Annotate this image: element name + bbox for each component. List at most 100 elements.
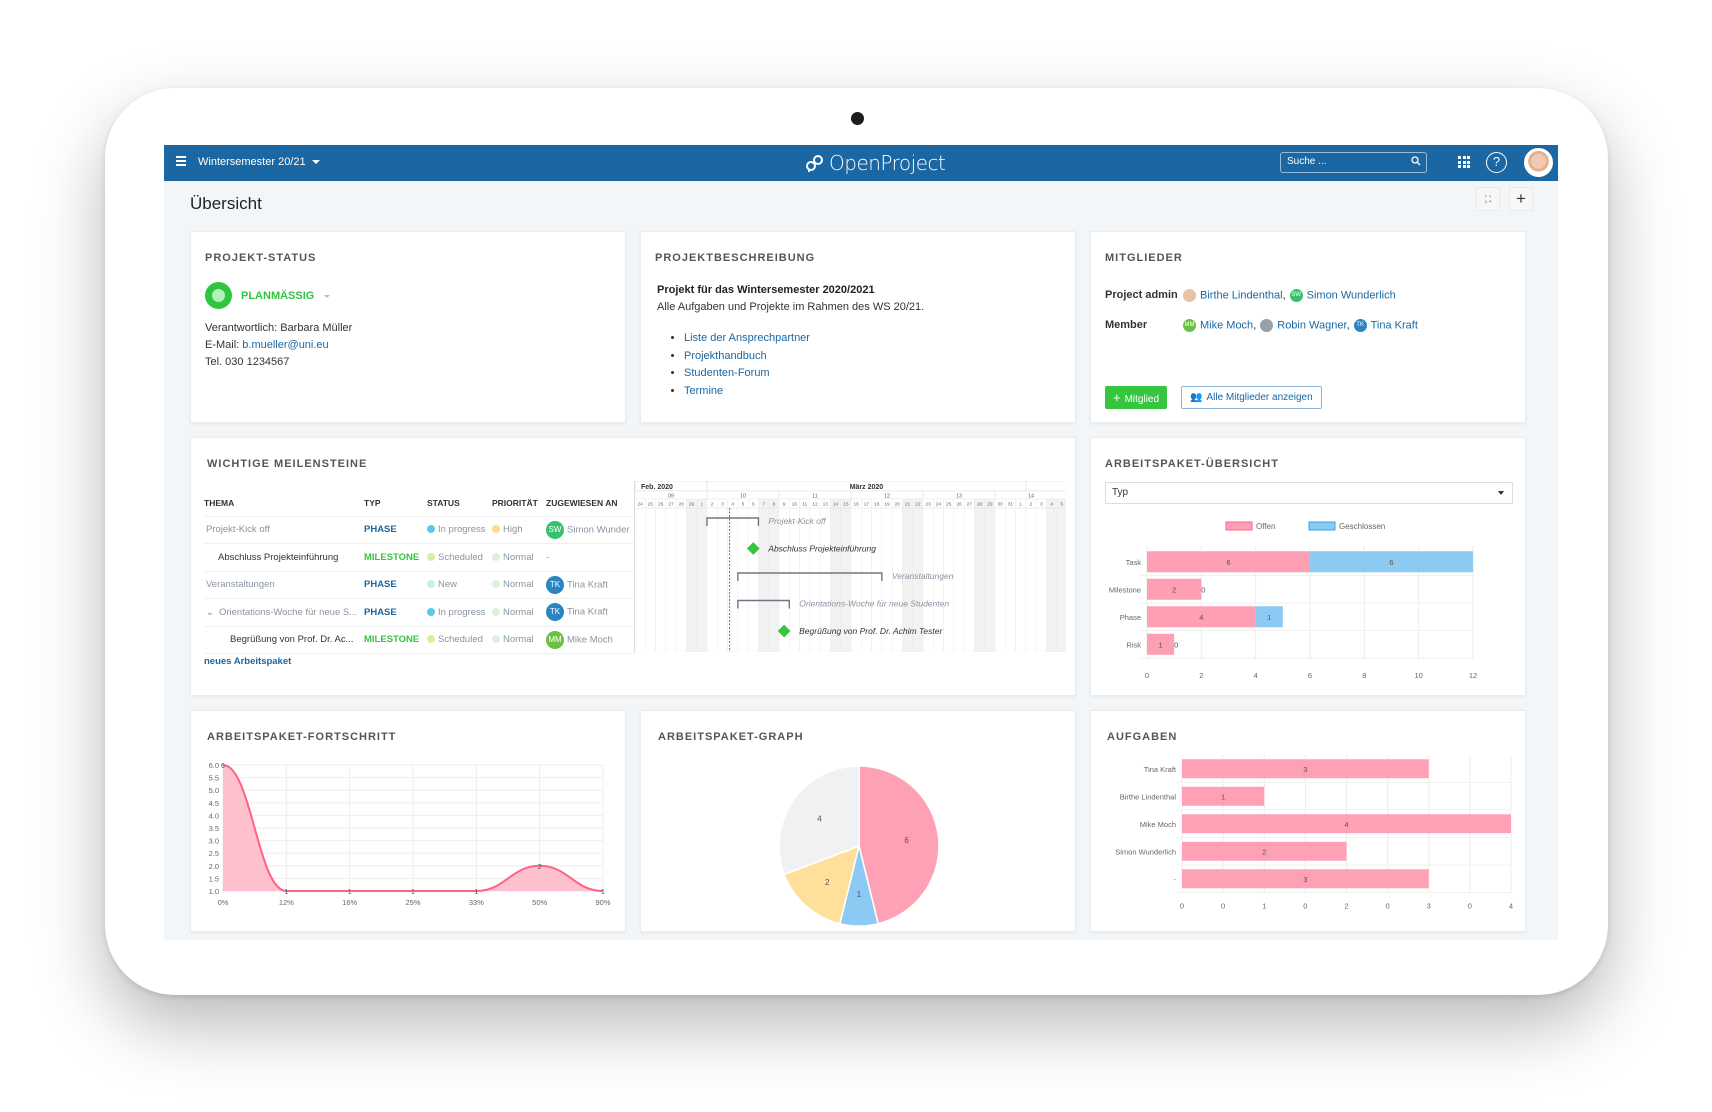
gantt-day-label: 10 — [792, 502, 798, 508]
table-row[interactable]: Begrüßung von Prof. Dr. Ac... MILESTONE Sc… — [204, 626, 636, 654]
subject[interactable]: Veranstaltungen — [206, 579, 275, 590]
status-cell[interactable]: Scheduled — [427, 543, 492, 572]
status-cell[interactable]: In progress — [427, 516, 492, 544]
y-tick-label: Tina Kraft — [1144, 765, 1177, 774]
y-tick-label: Task — [1126, 558, 1142, 567]
subject[interactable]: Begrüßung von Prof. Dr. Ac... — [230, 634, 354, 645]
column-header[interactable]: PRIORITÄT — [492, 490, 546, 517]
member-link[interactable]: Birthe Lindenthal — [1200, 289, 1283, 301]
project-selector[interactable]: Wintersemester 20/21 — [198, 156, 320, 168]
priority-cell[interactable]: High — [492, 516, 546, 544]
subject[interactable]: Projekt-Kick off — [206, 524, 270, 535]
search-icon[interactable] — [1411, 156, 1421, 169]
data-label: 4 — [1344, 820, 1348, 829]
project-name: Wintersemester 20/21 — [198, 156, 306, 168]
gantt-day-label: 3 — [721, 502, 724, 508]
priority-text: Normal — [503, 634, 534, 646]
menu-icon[interactable] — [176, 156, 186, 166]
subject-cell[interactable]: Veranstaltungen — [204, 571, 364, 599]
assignee-cell[interactable]: SW Simon Wunder — [546, 516, 636, 544]
add-widget-button[interactable]: + — [1509, 187, 1533, 211]
project-description-card: PROJEKTBESCHREIBUNG Projekt für das Wint… — [640, 231, 1076, 423]
assignee-cell[interactable]: TK Tina Kraft — [546, 598, 636, 627]
show-all-members-button[interactable]: 👥 Alle Mitglieder anzeigen — [1181, 386, 1322, 409]
x-tick-label: 90% — [595, 898, 610, 907]
add-member-button[interactable]: + Mitglied — [1105, 386, 1168, 409]
link-forum[interactable]: Studenten-Forum — [684, 367, 770, 379]
column-header[interactable]: ZUGEWIESEN AN — [546, 490, 636, 517]
modules-grid-icon[interactable] — [1458, 156, 1470, 168]
member-link[interactable]: Simon Wunderlich — [1307, 289, 1396, 301]
y-tick-label: 1.5 — [209, 874, 219, 883]
member-link[interactable]: Mike Moch — [1200, 319, 1253, 331]
assignee-cell[interactable]: TK Tina Kraft — [546, 571, 636, 599]
column-header[interactable]: STATUS — [427, 490, 492, 517]
priority-cell[interactable]: Normal — [492, 543, 546, 572]
role-label: Project admin — [1105, 289, 1178, 301]
link-contacts[interactable]: Liste der Ansprechpartner — [684, 332, 810, 344]
x-tick-label: 6 — [1308, 671, 1312, 680]
column-header[interactable]: THEMA — [204, 490, 364, 517]
logo[interactable]: OpenProject — [805, 151, 946, 177]
table-row[interactable]: Veranstaltungen PHASE New Normal TK Tina Kraf… — [204, 571, 636, 599]
type-cell: PHASE — [364, 598, 427, 627]
new-work-package-link[interactable]: neues Arbeitspaket — [204, 656, 291, 667]
help-icon[interactable]: ? — [1486, 152, 1507, 173]
subject[interactable]: Abschluss Projekteinführung — [218, 552, 338, 563]
fullscreen-button[interactable]: ⛶ — [1476, 187, 1500, 211]
column-header[interactable]: TYP — [364, 490, 427, 517]
user-avatar[interactable] — [1524, 148, 1553, 177]
data-label: 6 — [1226, 558, 1230, 567]
gantt-day-label: 28 — [679, 502, 685, 508]
link-dates[interactable]: Termine — [684, 385, 723, 397]
link-handbook[interactable]: Projekthandbuch — [684, 350, 767, 362]
gantt-week-label: 09 — [668, 494, 674, 500]
gantt-day-label: 20 — [895, 502, 901, 508]
table-row[interactable]: ⌄ Orientations-Woche für neue S... PHASE In… — [204, 598, 636, 627]
search-input[interactable]: Suche ... — [1280, 152, 1427, 173]
x-tick-label: 4 — [1254, 671, 1258, 680]
subject-cell[interactable]: ⌄ Orientations-Woche für neue S... — [204, 598, 364, 627]
status-cell[interactable]: New — [427, 571, 492, 599]
avatar: TK — [1353, 318, 1367, 332]
x-tick-label: 0 — [1386, 902, 1390, 911]
assignee-cell[interactable]: - — [546, 543, 636, 572]
gantt-bar-label: Projekt-Kick off — [768, 516, 827, 526]
gantt-day-label: 8 — [773, 502, 776, 508]
member-link[interactable]: Robin Wagner — [1277, 319, 1346, 331]
priority-cell[interactable]: Normal — [492, 626, 546, 654]
chevron-down-icon[interactable]: ⌄ — [206, 607, 214, 618]
subject[interactable]: Orientations-Woche für neue S... — [219, 607, 357, 618]
x-tick-label: 0% — [218, 898, 229, 907]
assignee-cell[interactable]: MM Mike Moch — [546, 626, 636, 654]
priority-cell[interactable]: Normal — [492, 598, 546, 627]
gantt-day-column — [1015, 498, 1027, 652]
status-cell[interactable]: Scheduled — [427, 626, 492, 654]
status-dot-icon — [427, 607, 435, 616]
email-link[interactable]: b.mueller@uni.eu — [242, 339, 328, 351]
subject-cell[interactable]: Abschluss Projekteinführung — [204, 543, 364, 572]
wp-progress-chart: 6.05.55.04.54.03.53.02.52.01.51.00% 12% 16… — [209, 761, 611, 907]
data-label: 1 — [411, 889, 415, 896]
gantt-day-column — [655, 498, 667, 652]
subject-cell[interactable]: Projekt-Kick off — [204, 516, 364, 544]
gantt-day-column — [953, 498, 965, 652]
subject-cell[interactable]: Begrüßung von Prof. Dr. Ac... — [204, 626, 364, 654]
gantt-day-label: 19 — [884, 502, 890, 508]
table-row[interactable]: Projekt-Kick off PHASE In progress High SW Si… — [204, 516, 636, 544]
status-value: PLANMÄSSIG — [241, 290, 315, 302]
y-tick-label: Simon Wunderlich — [1115, 847, 1176, 856]
gantt-day-label: 4 — [1050, 502, 1053, 508]
priority-cell[interactable]: Normal — [492, 571, 546, 599]
gantt-day-column — [747, 498, 759, 652]
status-cell[interactable]: In progress — [427, 598, 492, 627]
status-dropdown[interactable]: PLANMÄSSIG — [241, 290, 331, 302]
gantt-day-column — [727, 498, 739, 652]
avatar: SW — [1289, 288, 1303, 302]
card-title: MITGLIEDER — [1105, 252, 1183, 264]
member-link[interactable]: Tina Kraft — [1371, 319, 1418, 331]
group-by-select[interactable]: Typ — [1105, 482, 1513, 504]
table-row[interactable]: Abschluss Projekteinführung MILESTONE Sche… — [204, 543, 636, 572]
gantt-day-column — [675, 498, 687, 652]
chevron-down-icon — [311, 160, 320, 165]
